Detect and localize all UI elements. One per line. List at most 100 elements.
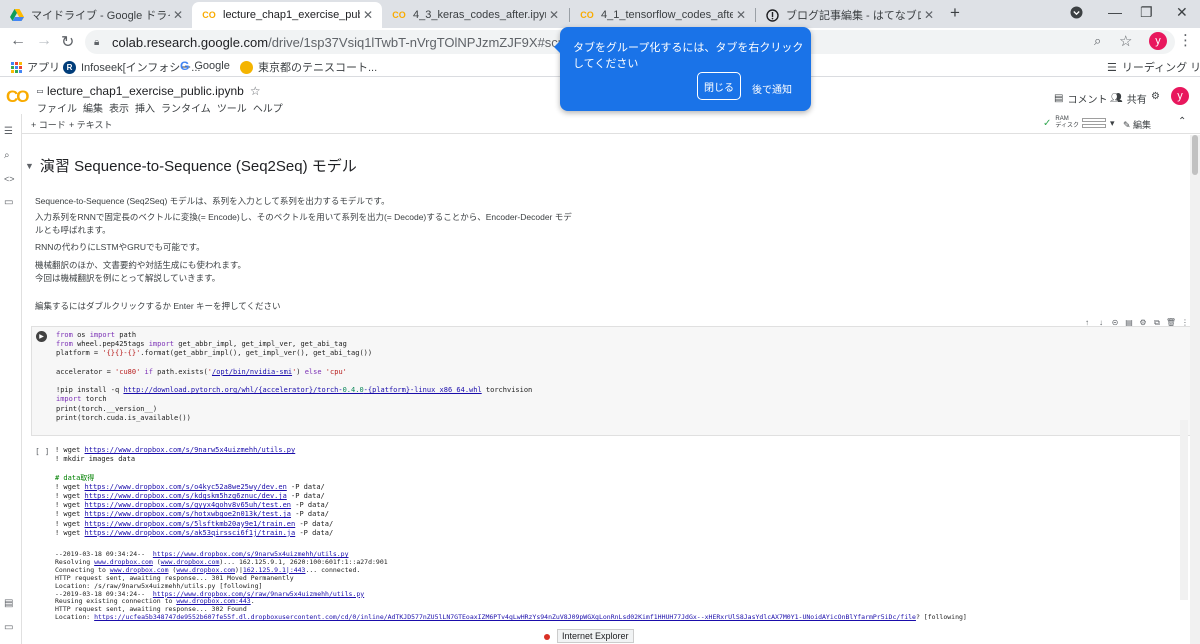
tab-hatena-blog[interactable]: ブログ記事編集 - はてなブログ ✕ — [755, 2, 943, 28]
dropdown-arrow-icon: ▾ — [1109, 117, 1115, 128]
close-icon[interactable]: ✕ — [921, 7, 937, 23]
avatar[interactable]: y — [1149, 32, 1167, 50]
menu-edit[interactable]: 編集 — [83, 100, 103, 115]
search-icon[interactable]: ⌕ — [4, 150, 10, 161]
tab-title: ブログ記事編集 - はてなブログ — [786, 10, 921, 22]
bookmark-label: 東京都のテニスコート... — [258, 62, 378, 74]
reading-list-label: リーディング リスト — [1121, 62, 1200, 74]
close-icon[interactable]: ✕ — [733, 7, 749, 23]
edit-button[interactable]: ✎ 編集 — [1123, 118, 1151, 131]
apps-grid-icon — [11, 61, 22, 73]
browser-window: マイドライブ - Google ドライブ ✕ CO lecture_chap1_… — [0, 0, 1200, 644]
run-button[interactable]: ▶ — [36, 331, 47, 342]
close-icon[interactable]: ✕ — [360, 7, 376, 23]
code-editor[interactable]: from os import path from wheel.pep425tag… — [56, 331, 532, 423]
tab-group-tip-popup: タブをグループ化するには、タブを右クリックしてください 閉じる 後で通知 — [554, 27, 811, 111]
tab-keras-codes[interactable]: CO 4_3_keras_codes_after.ipynb - Co ✕ — [382, 2, 568, 28]
tab-google-drive[interactable]: マイドライブ - Google ドライブ ✕ — [0, 2, 192, 28]
tab-title: 4_1_tensorflow_codes_after.ipynb — [601, 9, 733, 21]
add-text-button[interactable]: + テキスト — [69, 118, 113, 131]
menu-icon[interactable]: ⋮ — [1178, 31, 1193, 49]
ram-disk-labels: RAM ディスク — [1055, 116, 1079, 130]
text-paragraph: RNNの代わりにLSTMやGRUでも可能です。 — [35, 242, 205, 252]
window-close-icon[interactable]: ✕ — [1176, 4, 1188, 21]
bookmark-label: Google — [194, 60, 230, 72]
section-heading[interactable]: ▼ 演習 Sequence-to-Sequence (Seq2Seq) モデル — [25, 155, 357, 176]
star-icon[interactable]: ☆ — [250, 84, 261, 98]
command-palette-icon[interactable]: ▤ — [4, 598, 13, 609]
heading-text: 演習 Sequence-to-Sequence (Seq2Seq) モデル — [39, 158, 357, 175]
close-icon[interactable]: ✕ — [170, 7, 186, 23]
menu-file[interactable]: ファイル — [37, 100, 77, 115]
settings-gear-icon[interactable]: ⚙ — [1151, 91, 1160, 102]
bookmark-google[interactable]: G Google — [180, 59, 230, 73]
edit-hint: 編集するにはダブルクリックするか Enter キーを押してください — [35, 301, 281, 311]
menu-runtime[interactable]: ランタイム — [161, 100, 211, 115]
colab-logo[interactable]: CO — [6, 87, 29, 107]
ram-disk-indicator[interactable]: ✓ RAM ディスク ▾ — [1043, 116, 1115, 130]
bookmark-tennis[interactable]: 東京都のテニスコート... — [240, 59, 377, 75]
status-tooltip: Internet Explorer — [557, 629, 634, 643]
notebook-title-text: lecture_chap1_exercise_public.ipynb — [47, 84, 244, 98]
avatar[interactable]: y — [1171, 87, 1189, 105]
vertical-scrollbar[interactable] — [1190, 135, 1200, 644]
minimize-icon[interactable]: — — [1108, 4, 1122, 20]
menu-insert[interactable]: 挿入 — [135, 100, 155, 115]
popup-close-button[interactable]: 閉じる — [697, 72, 741, 100]
terminal-icon[interactable]: ▭ — [4, 622, 13, 633]
files-folder-icon[interactable]: ▭ — [4, 197, 13, 208]
collapse-chevron-icon[interactable]: ⌃ — [1178, 116, 1186, 127]
tennis-ball-icon — [240, 60, 253, 74]
notebook-title[interactable]: ▭ lecture_chap1_exercise_public.ipynb ☆ — [37, 84, 261, 98]
ram-bar — [1081, 118, 1106, 122]
new-tab-icon[interactable]: + — [950, 3, 960, 23]
reload-icon[interactable]: ↻ — [61, 32, 74, 52]
add-code-button[interactable]: + コード — [31, 118, 66, 131]
forward-icon[interactable]: → — [36, 32, 52, 50]
comment-icon: ▤ — [1054, 93, 1064, 104]
cell-toolbar: + コード + テキスト ✓ RAM ディスク ▾ ✎ 編集 ⌃ — [0, 114, 1200, 134]
zoom-icon[interactable]: ⌕ — [1094, 33, 1101, 49]
menu-tools[interactable]: ツール — [217, 100, 247, 115]
code-cell[interactable]: ▶ from os import path from wheel.pep425t… — [31, 326, 1190, 436]
tab-strip: マイドライブ - Google ドライブ ✕ CO lecture_chap1_… — [0, 0, 1200, 28]
text-paragraph: ルとも呼ばれます。 — [35, 225, 111, 235]
code-snippets-icon[interactable]: <> — [4, 174, 15, 184]
text-paragraph: 機械翻訳のほか、文書要約や対話生成にも使われます。 — [35, 260, 247, 270]
menu-bar: ファイル 編集 表示 挿入 ランタイム ツール ヘルプ — [37, 100, 289, 115]
lock-icon: 🔒︎ — [94, 36, 100, 48]
comment-button[interactable]: ▤ コメント — [1054, 91, 1107, 106]
reading-list[interactable]: ☰ リーディング リスト — [1107, 59, 1200, 75]
popup-remind-later-button[interactable]: 後で通知 — [752, 81, 792, 96]
menu-view[interactable]: 表示 — [109, 100, 129, 115]
google-g-icon: G — [180, 59, 190, 73]
scrollbar-thumb[interactable] — [1192, 135, 1198, 175]
output-scrollbar[interactable] — [1180, 420, 1188, 600]
popup-arrow — [554, 41, 560, 53]
url-host: colab.research.google.com — [112, 34, 269, 50]
share-button[interactable]: 👥︎ 共有 — [1110, 91, 1147, 106]
collapse-triangle-icon[interactable]: ▼ — [25, 161, 34, 171]
ram-label: RAM — [1055, 116, 1069, 122]
tab-title: lecture_chap1_exercise_public.ipy — [223, 9, 360, 21]
code-editor[interactable]: ! wget https://www.dropbox.com/s/9narw5x… — [55, 446, 333, 538]
toc-icon[interactable]: ☰ — [4, 126, 13, 137]
code-cell[interactable]: [ ] ! wget https://www.dropbox.com/s/9na… — [31, 442, 1190, 547]
close-icon[interactable]: ✕ — [546, 7, 562, 23]
notebook-area: ▼ 演習 Sequence-to-Sequence (Seq2Seq) モデル … — [22, 135, 1190, 644]
tab-lecture-chap1[interactable]: CO lecture_chap1_exercise_public.ipy ✕ — [192, 2, 382, 28]
disk-bar — [1081, 124, 1106, 128]
back-icon[interactable]: ← — [10, 32, 26, 50]
star-icon[interactable]: ☆ — [1119, 32, 1132, 50]
tab-search-icon[interactable] — [1070, 6, 1083, 22]
bookmark-apps[interactable]: アプリ — [11, 59, 60, 75]
menu-help[interactable]: ヘルプ — [253, 100, 283, 115]
colab-icon: CO — [580, 10, 594, 20]
pencil-icon: ✎ — [1123, 120, 1134, 130]
cell-run-bracket[interactable]: [ ] — [35, 447, 49, 456]
restore-icon[interactable]: ❐ — [1140, 4, 1153, 21]
reading-list-icon: ☰ — [1107, 61, 1117, 74]
text-paragraph: Sequence-to-Sequence (Seq2Seq) モデルは、系列を入… — [35, 196, 390, 206]
tab-tensorflow-codes[interactable]: CO 4_1_tensorflow_codes_after.ipynb ✕ — [570, 2, 755, 28]
ram-disk-bars — [1081, 118, 1106, 128]
